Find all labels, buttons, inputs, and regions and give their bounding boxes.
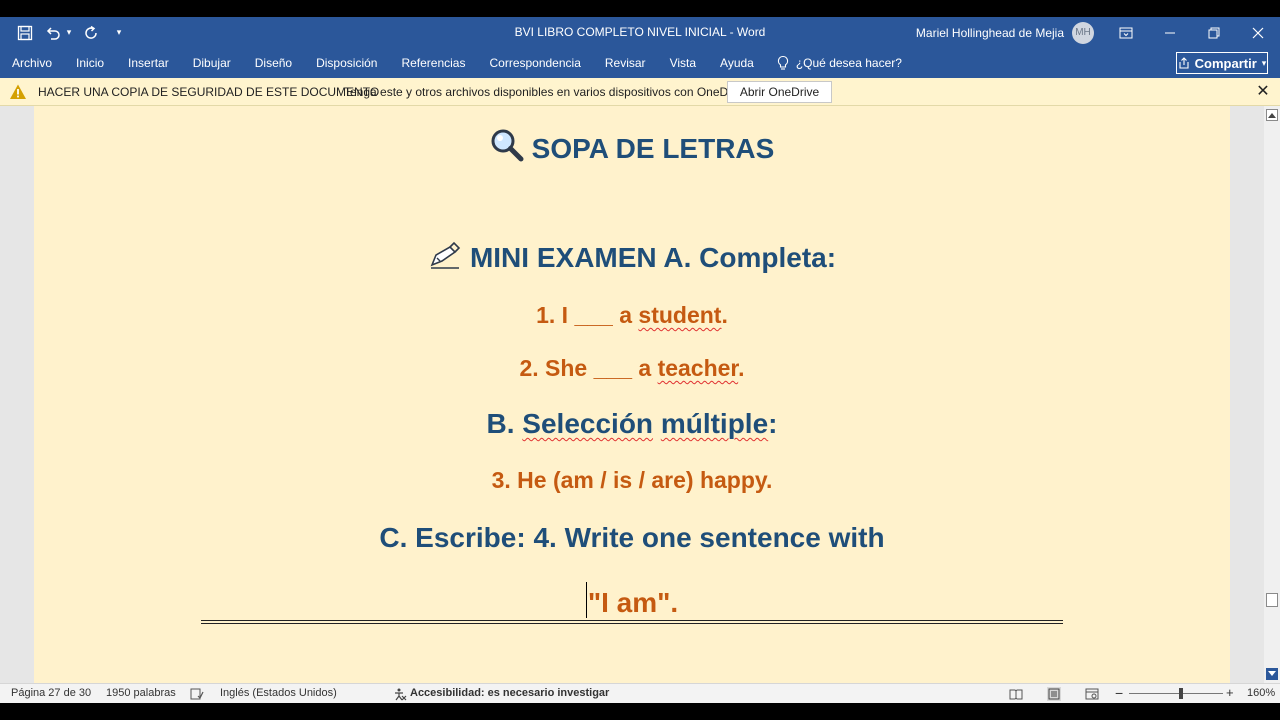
warning-icon <box>10 84 26 99</box>
tab-revisar[interactable]: Revisar <box>593 48 658 78</box>
avatar[interactable]: MH <box>1072 21 1094 44</box>
accessibility-status[interactable]: Accesibilidad: es necesario investigar <box>410 684 609 704</box>
double-rule-divider <box>201 620 1063 624</box>
notification-message: Tenga este y otros archivos disponibles … <box>344 85 751 99</box>
heading-sopa-de-letras: SOPA DE LETRAS <box>34 128 1230 165</box>
ribbon-tabs: Archivo Inicio Insertar Dibujar Diseño D… <box>0 48 902 78</box>
section-b-suffix: : <box>768 408 778 439</box>
q1-suffix: . <box>721 302 728 328</box>
q1-prefix: 1. I ___ a <box>536 302 639 328</box>
tab-inicio[interactable]: Inicio <box>64 48 116 78</box>
user-name: Mariel Hollinghead de Mejia <box>915 25 1064 40</box>
zoom-in-icon[interactable]: + <box>1226 684 1234 704</box>
text-cursor <box>585 582 587 618</box>
notification-title: HACER UNA COPIA DE SEGURIDAD DE ESTE DOC… <box>38 85 380 99</box>
q4-tail-text: "I am". <box>587 587 679 618</box>
q2-suffix: . <box>738 355 745 381</box>
ribbon: Archivo Inicio Insertar Dibujar Diseño D… <box>0 48 1280 78</box>
window-controls <box>1104 17 1280 48</box>
status-bar: Página 27 de 30 1950 palabras Inglés (Es… <box>0 683 1280 703</box>
language-indicator[interactable]: Inglés (Estados Unidos) <box>220 684 337 704</box>
undo-icon[interactable] <box>42 22 64 44</box>
save-icon[interactable] <box>14 22 36 44</box>
tab-correspondencia[interactable]: Correspondencia <box>477 48 592 78</box>
proofing-icon[interactable] <box>190 687 204 701</box>
section-c-title: C. Escribe: 4. Write one sentence with <box>379 522 885 553</box>
exam-title-text: MINI EXAMEN A. Completa: <box>469 242 837 273</box>
ribbon-display-options-icon[interactable] <box>1104 17 1148 48</box>
scroll-down-icon[interactable] <box>1266 668 1278 680</box>
read-mode-icon[interactable] <box>1009 687 1023 701</box>
quick-access-toolbar: ▾ ▾ <box>14 17 130 48</box>
zoom-slider[interactable] <box>1129 693 1223 694</box>
share-label: Compartir <box>1194 55 1257 71</box>
user-account[interactable]: Mariel Hollinghead de Mejia MH <box>916 17 1094 48</box>
vertical-scrollbar[interactable] <box>1264 106 1280 683</box>
title-bar: ▾ ▾ BVI LIBRO COMPLETO NIVEL INICIAL - W… <box>0 17 1280 48</box>
tab-dibujar[interactable]: Dibujar <box>181 48 243 78</box>
scrollbar-thumb[interactable] <box>1266 593 1278 607</box>
scroll-up-icon[interactable] <box>1266 109 1278 121</box>
bottom-border <box>0 703 1280 720</box>
exam-title: MINI EXAMEN A. Completa: <box>34 241 1230 274</box>
tell-me-label: ¿Qué desea hacer? <box>795 56 902 70</box>
section-b-word1: Selección <box>522 408 654 439</box>
open-onedrive-button[interactable]: Abrir OneDrive <box>727 81 832 103</box>
tab-insertar[interactable]: Insertar <box>116 48 181 78</box>
top-border <box>0 0 1280 17</box>
lightbulb-icon <box>777 55 788 70</box>
document-page[interactable]: SOPA DE LETRAS MINI EXAMEN A. Completa: … <box>34 106 1230 683</box>
tab-referencias[interactable]: Referencias <box>389 48 477 78</box>
document-workspace: SOPA DE LETRAS MINI EXAMEN A. Completa: … <box>0 106 1264 683</box>
share-icon <box>1179 57 1189 69</box>
page-count[interactable]: Página 27 de 30 <box>11 684 91 704</box>
undo-dropdown-icon[interactable]: ▾ <box>64 22 74 44</box>
q1-word: student <box>638 302 722 328</box>
zoom-out-icon[interactable]: − <box>1115 684 1123 704</box>
question-4-tail: "I am". <box>34 582 1230 619</box>
customize-qat-icon[interactable]: ▾ <box>108 22 130 44</box>
tab-disposicion[interactable]: Disposición <box>304 48 389 78</box>
close-icon[interactable] <box>1236 17 1280 48</box>
minimize-icon[interactable] <box>1148 17 1192 48</box>
redo-icon[interactable] <box>80 22 102 44</box>
backup-notification-bar: HACER UNA COPIA DE SEGURIDAD DE ESTE DOC… <box>0 78 1280 106</box>
question-1: 1. I ___ a student. <box>34 302 1230 329</box>
q2-word: teacher <box>657 355 739 381</box>
q2-prefix: 2. She ___ a <box>519 355 658 381</box>
print-layout-icon[interactable] <box>1047 687 1061 701</box>
chevron-down-icon: ▾ <box>1261 57 1267 68</box>
accessibility-icon[interactable] <box>393 687 407 701</box>
tab-diseno[interactable]: Diseño <box>243 48 304 78</box>
writing-hand-icon <box>430 241 461 269</box>
tab-archivo[interactable]: Archivo <box>0 48 64 78</box>
zoom-level[interactable]: 160% <box>1247 684 1275 704</box>
restore-icon[interactable] <box>1192 17 1236 48</box>
share-button[interactable]: Compartir ▾ <box>1176 52 1268 74</box>
web-layout-icon[interactable] <box>1085 687 1099 701</box>
close-notification-icon[interactable]: ✕ <box>1254 82 1272 100</box>
tab-vista[interactable]: Vista <box>658 48 708 78</box>
heading-text: SOPA DE LETRAS <box>531 133 775 164</box>
tab-ayuda[interactable]: Ayuda <box>708 48 766 78</box>
section-b-prefix: B. <box>486 408 523 439</box>
question-2: 2. She ___ a teacher. <box>34 355 1230 382</box>
section-b-title: B. Selección múltiple: <box>34 408 1230 440</box>
question-3: 3. He (am / is / are) happy. <box>491 467 773 493</box>
zoom-slider-thumb[interactable] <box>1179 688 1183 699</box>
tell-me-box[interactable]: ¿Qué desea hacer? <box>776 48 902 78</box>
word-count[interactable]: 1950 palabras <box>106 684 176 704</box>
magnifier-icon <box>491 129 524 162</box>
section-b-word2: múltiple <box>660 408 769 439</box>
